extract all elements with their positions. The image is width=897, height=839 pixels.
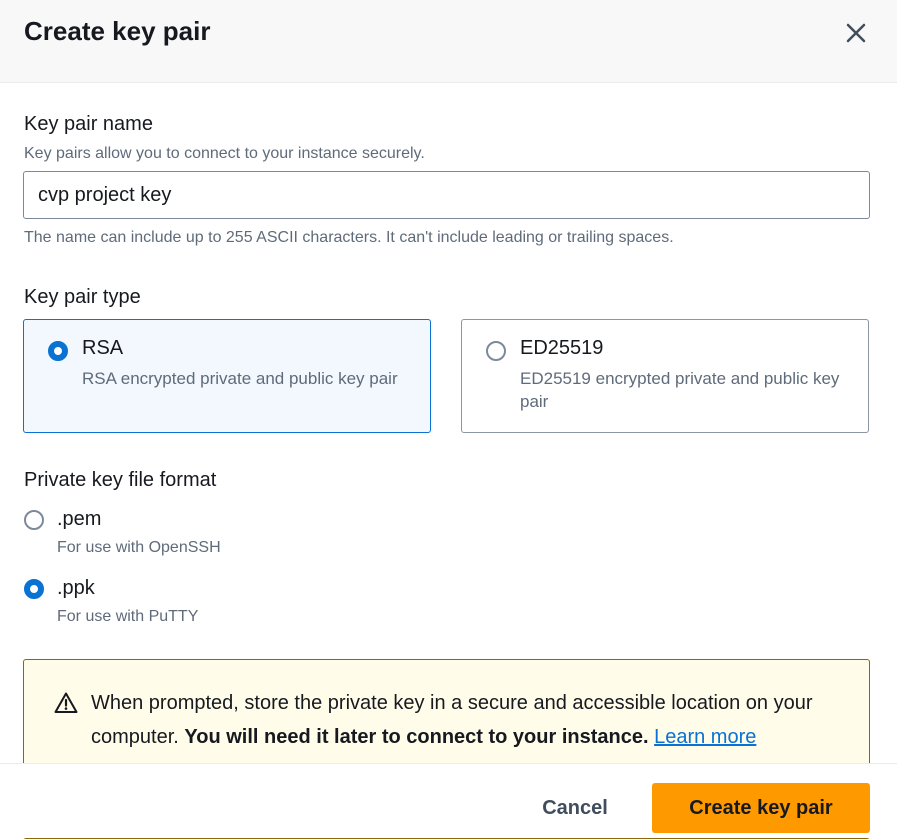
key-pair-name-label: Key pair name	[24, 113, 153, 135]
pem-label[interactable]: .pem	[57, 508, 101, 531]
key-pair-type-label: Key pair type	[24, 286, 141, 308]
ppk-description: For use with PuTTY	[57, 608, 199, 625]
file-format-label: Private key file format	[24, 469, 217, 491]
pem-radio[interactable]	[24, 510, 44, 530]
rsa-radio[interactable]	[48, 341, 68, 361]
ppk-label[interactable]: .ppk	[57, 577, 95, 600]
ppk-radio[interactable]	[24, 579, 44, 599]
ed25519-title: ED25519	[520, 337, 604, 359]
modal-title: Create key pair	[24, 16, 211, 46]
learn-more-link[interactable]: Learn more	[654, 726, 756, 748]
modal-footer: Cancel Create key pair	[0, 763, 897, 838]
alert-bold-text: You will need it later to connect to you…	[184, 726, 649, 748]
cancel-button[interactable]: Cancel	[522, 784, 628, 832]
modal-header: Create key pair	[0, 0, 897, 83]
rsa-description: RSA encrypted private and public key pai…	[82, 369, 398, 388]
rsa-title: RSA	[82, 337, 124, 359]
close-icon[interactable]	[843, 20, 869, 46]
ed25519-radio[interactable]	[486, 341, 506, 361]
key-pair-name-constraint: The name can include up to 255 ASCII cha…	[24, 229, 674, 246]
key-type-option-ed25519[interactable]: ED25519 ED25519 encrypted private and pu…	[461, 319, 869, 433]
alert-message: When prompted, store the private key in …	[91, 686, 836, 754]
key-type-option-rsa[interactable]: RSA RSA encrypted private and public key…	[23, 319, 431, 433]
key-pair-name-description: Key pairs allow you to connect to your i…	[24, 145, 425, 162]
create-key-pair-button[interactable]: Create key pair	[652, 783, 870, 833]
pem-description: For use with OpenSSH	[57, 539, 221, 556]
key-pair-name-input[interactable]	[23, 171, 870, 219]
ed25519-description: ED25519 encrypted private and public key…	[520, 369, 840, 411]
warning-icon	[54, 692, 78, 713]
